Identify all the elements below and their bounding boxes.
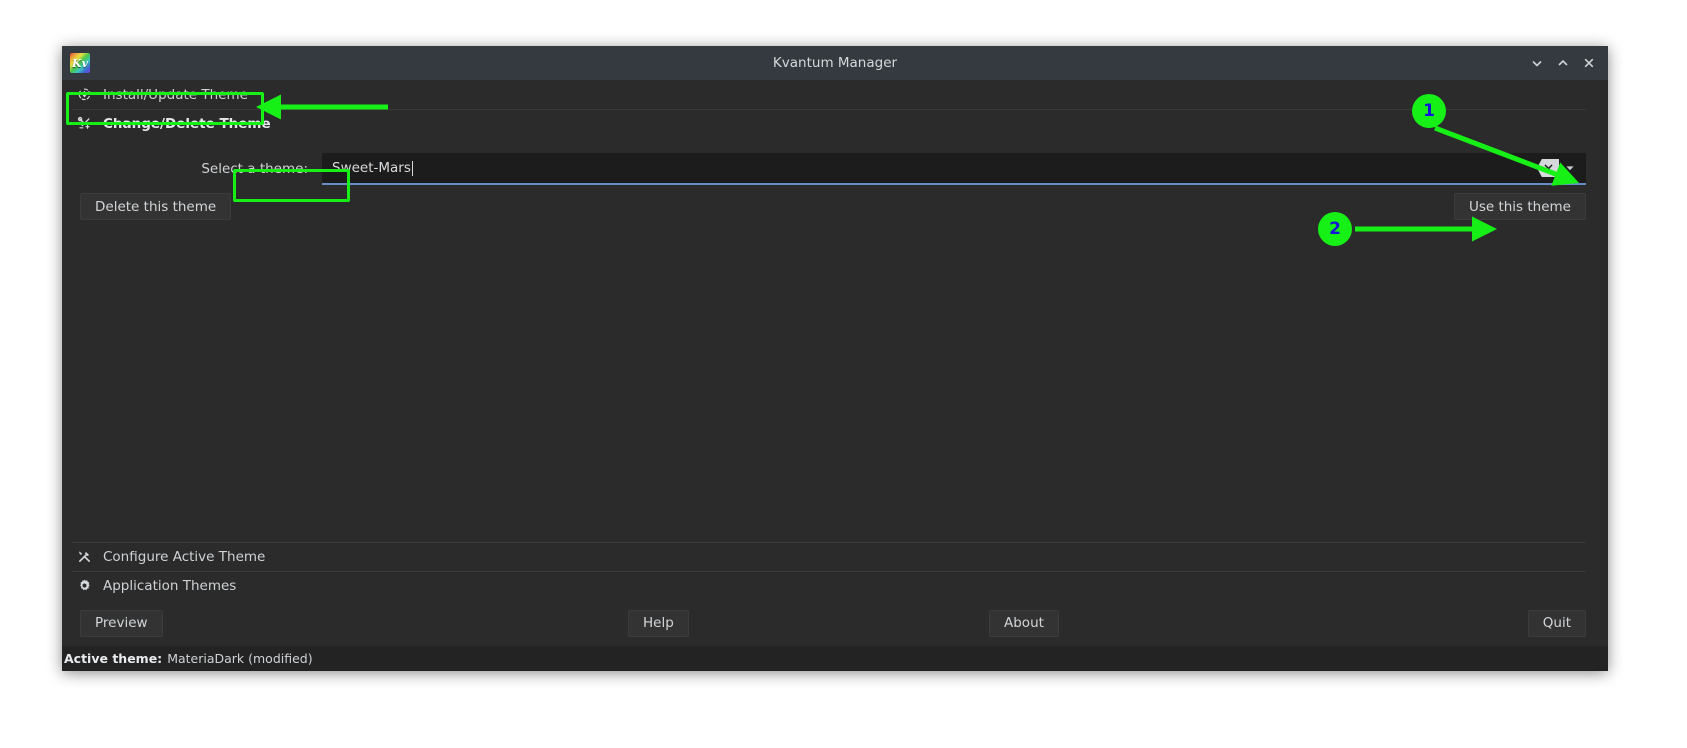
highlight-theme-combobox xyxy=(233,169,350,202)
active-theme-label: Active theme: xyxy=(64,651,163,666)
section-install-update-theme[interactable]: Install/Update Theme xyxy=(62,80,1608,109)
bottom-button-bar: Preview Help About Quit xyxy=(62,600,1608,646)
window-controls xyxy=(1524,50,1608,76)
section-application-themes[interactable]: Application Themes xyxy=(62,571,1608,600)
app-icon-text: Kv xyxy=(72,56,88,70)
section-change-delete-theme[interactable]: Change/Delete Theme xyxy=(62,109,1608,138)
section-configure-label: Configure Active Theme xyxy=(103,548,266,565)
text-caret xyxy=(411,160,413,176)
theme-combobox[interactable]: Sweet-Mars xyxy=(322,153,1586,185)
annotation-badge-2: 2 xyxy=(1318,212,1352,246)
kvantum-logo-icon: Kv xyxy=(70,53,90,73)
chevron-down-icon[interactable] xyxy=(1561,159,1579,177)
kvantum-manager-window: Kv Kvantum Manager Install/Update Theme … xyxy=(62,46,1608,671)
bottom-sections: Configure Active Theme Application Theme… xyxy=(62,542,1608,600)
status-bar: Active theme: MateriaDark (modified) xyxy=(62,646,1608,671)
highlight-install-update-theme xyxy=(66,92,264,125)
help-button[interactable]: Help xyxy=(628,609,689,637)
minimize-icon[interactable] xyxy=(1524,50,1550,76)
gear-icon xyxy=(76,578,92,594)
section-configure-active-theme[interactable]: Configure Active Theme xyxy=(62,542,1608,571)
active-theme-value: MateriaDark (modified) xyxy=(167,651,313,666)
close-icon[interactable] xyxy=(1576,50,1602,76)
maximize-icon[interactable] xyxy=(1550,50,1576,76)
about-button[interactable]: About xyxy=(989,609,1059,637)
quit-button[interactable]: Quit xyxy=(1527,609,1586,637)
delete-this-theme-button[interactable]: Delete this theme xyxy=(80,193,232,220)
screenshot-root: Kv Kvantum Manager Install/Update Theme … xyxy=(0,0,1687,748)
clear-backspace-icon[interactable] xyxy=(1537,159,1559,177)
use-this-theme-button[interactable]: Use this theme xyxy=(1453,193,1586,220)
window-titlebar[interactable]: Kv Kvantum Manager xyxy=(62,46,1608,80)
window-title: Kvantum Manager xyxy=(772,55,898,71)
section-application-themes-label: Application Themes xyxy=(103,577,237,594)
preview-button[interactable]: Preview xyxy=(80,609,163,637)
combobox-actions xyxy=(1537,159,1586,177)
annotation-badge-1: 1 xyxy=(1412,94,1446,128)
tools-icon xyxy=(76,549,92,565)
